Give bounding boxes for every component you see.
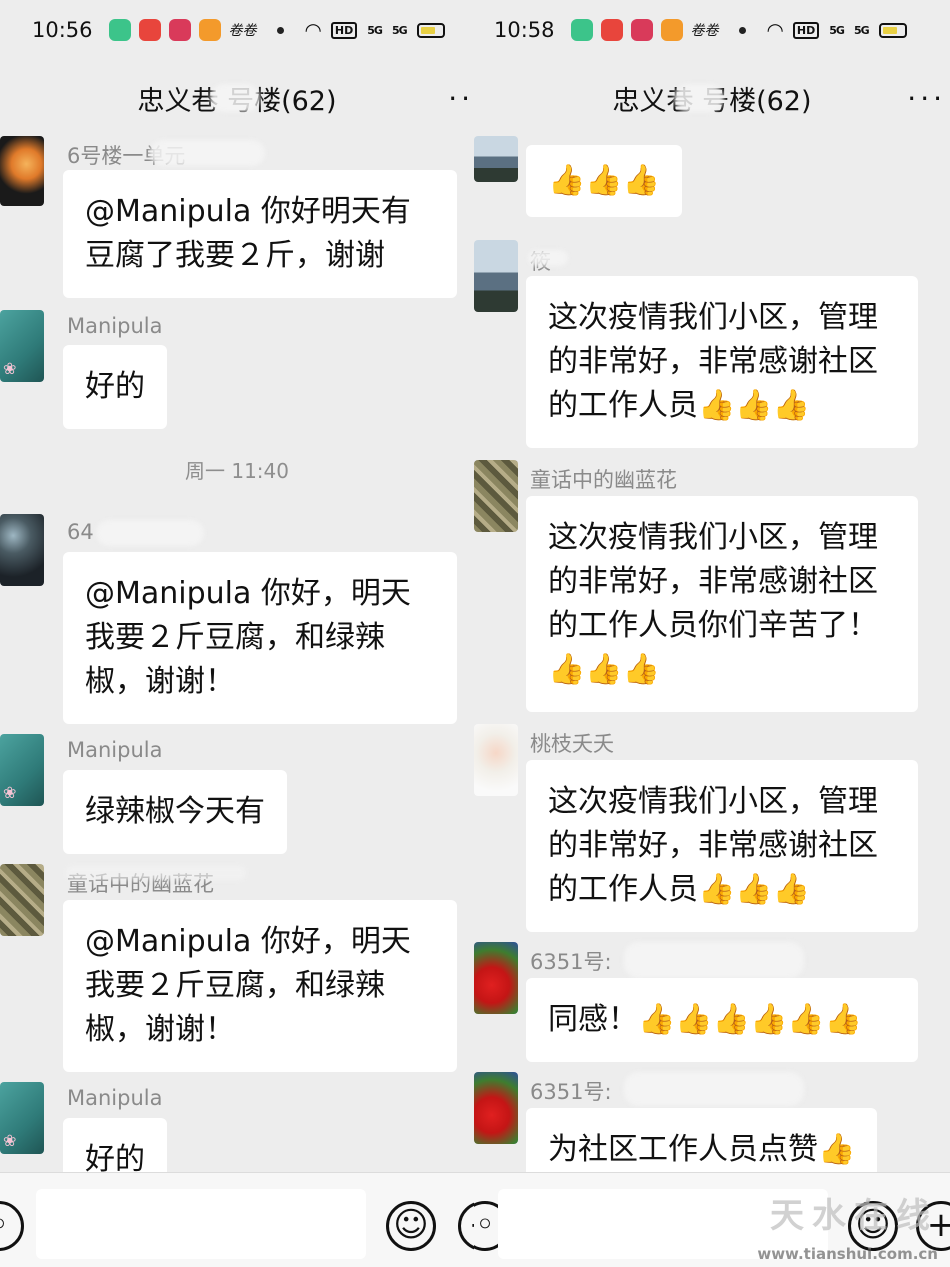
app-notification-icon [198,19,221,41]
watermark-logo: 天水在线 [770,1196,938,1236]
redaction-blur [624,942,804,978]
redaction-blur [96,520,204,546]
avatar[interactable] [0,310,44,382]
avatar[interactable] [0,136,44,206]
hd-icon: HD [792,21,820,39]
more-notifications-dot [738,26,746,34]
message-input[interactable] [36,1189,366,1259]
avatar[interactable] [474,1072,518,1144]
voice-toggle-icon[interactable]: ◦ [0,1201,24,1251]
left-chat-screenshot: 10:56 卷卷 ◠ HD 5G 5G 忠义巷 号楼(62) ·· 6号楼一单元… [0,0,474,1267]
sender-name: Manipula [67,1086,163,1110]
app-notification-icon [630,19,653,41]
message-bubble[interactable]: @Manipula 你好，明天我要２斤豆腐，和绿辣椒，谢谢！ [63,900,457,1072]
status-time: 10:56 [32,18,93,42]
hd-icon: HD [330,21,358,39]
avatar[interactable] [474,724,518,796]
app-notification-icon [600,19,623,41]
more-menu-icon[interactable]: ·· [448,62,474,134]
smiley-face-icon[interactable]: ☺ [386,1201,436,1251]
message-bubble[interactable]: 这次疫情我们小区，管理的非常好，非常感谢社区的工作人员👍👍👍 [526,276,918,448]
signal-icon: 5G [367,23,383,37]
avatar[interactable] [474,942,518,1014]
more-menu-icon[interactable]: ··· [907,62,946,134]
app-notification-text: 卷卷 [690,23,719,39]
redaction-blur [150,140,265,166]
avatar[interactable] [0,864,44,936]
thumbs-up-icon: 👍👍👍 [548,163,661,198]
redaction-blur [210,84,260,112]
avatar[interactable] [0,734,44,806]
signal-icon: 5G [853,23,870,37]
sender-name: 童话中的幽蓝花 [530,468,677,492]
sender-name: 64 [67,520,94,544]
app-notification-icon [138,19,161,41]
message-bubble[interactable]: 这次疫情我们小区，管理的非常好，非常感谢社区的工作人员👍👍👍 [526,760,918,932]
message-bubble[interactable]: 👍👍👍 [526,145,683,217]
sender-name: 桃枝夭夭 [530,732,614,756]
status-bar: 10:58 卷卷 ◠ HD 5G 5G [474,0,950,60]
thumbs-up-icon: 👍👍👍👍👍👍 [638,1002,863,1037]
app-notification-icon [108,19,131,41]
plus-circle-icon[interactable]: + [458,1201,474,1251]
sender-name: Manipula [67,314,163,338]
thumbs-up-icon: 👍👍👍 [698,388,811,423]
status-icons: ◠ HD 5G 5G [306,18,445,42]
message-bubble[interactable]: @Manipula 你好，明天我要２斤豆腐，和绿辣椒，谢谢！ [63,552,457,724]
right-chat-screenshot: 10:58 卷卷 ◠ HD 5G 5G 忠义巷 号楼(62) ··· 👍👍👍 筱… [474,0,950,1267]
redaction-blur [66,866,246,880]
signal-icon: 5G [829,23,845,37]
status-icons: ◠ HD 5G 5G [768,18,907,42]
app-notification-icon [570,19,593,41]
message-bubble[interactable]: 同感！👍👍👍👍👍👍 [526,978,918,1062]
wifi-icon: ◠ [767,18,783,42]
redaction-blur [528,250,568,266]
sender-name: Manipula [67,738,163,762]
sender-name: 6351号: [530,1080,612,1104]
thumbs-up-icon: 👍👍👍 [548,652,661,687]
message-text: 这次疫情我们小区，管理的非常好，非常感谢社区的工作人员你们辛苦了！ [548,520,878,643]
status-time: 10:58 [494,18,555,42]
message-text: 同感！ [548,1002,638,1037]
more-notifications-dot [276,26,284,34]
message-bubble[interactable]: 这次疫情我们小区，管理的非常好，非常感谢社区的工作人员你们辛苦了！ 👍👍👍 [526,496,918,712]
redaction-blur [624,1072,804,1106]
avatar[interactable] [474,460,518,532]
message-bubble[interactable]: 绿辣椒今天有 [63,770,287,854]
app-notification-icon [660,19,683,41]
avatar[interactable] [0,1082,44,1154]
battery-icon [416,22,445,38]
input-bar: ◦ ☺ + [0,1172,474,1267]
thumbs-up-icon: 👍👍👍 [698,872,811,907]
message-text: 为社区工作人员点赞 [548,1132,818,1167]
thumbs-up-icon: 👍 [818,1132,856,1167]
sender-name: 6351号: [530,950,612,974]
app-notification-icon [168,19,191,41]
wifi-icon: ◠ [305,18,321,42]
battery-icon [878,22,907,38]
redaction-blur [674,84,724,112]
message-timestamp: 周一 11:40 [185,459,289,483]
signal-icon: 5G [391,23,408,37]
avatar[interactable] [474,136,518,182]
message-bubble[interactable]: 好的 [63,345,167,429]
status-bar: 10:56 卷卷 ◠ HD 5G 5G [0,0,474,60]
app-notification-text: 卷卷 [228,23,257,39]
message-bubble[interactable]: @Manipula 你好明天有豆腐了我要２斤，谢谢 [63,170,457,298]
watermark-url: www.tianshui.com.cn [757,1245,938,1263]
avatar[interactable] [474,240,518,312]
avatar[interactable] [0,514,44,586]
